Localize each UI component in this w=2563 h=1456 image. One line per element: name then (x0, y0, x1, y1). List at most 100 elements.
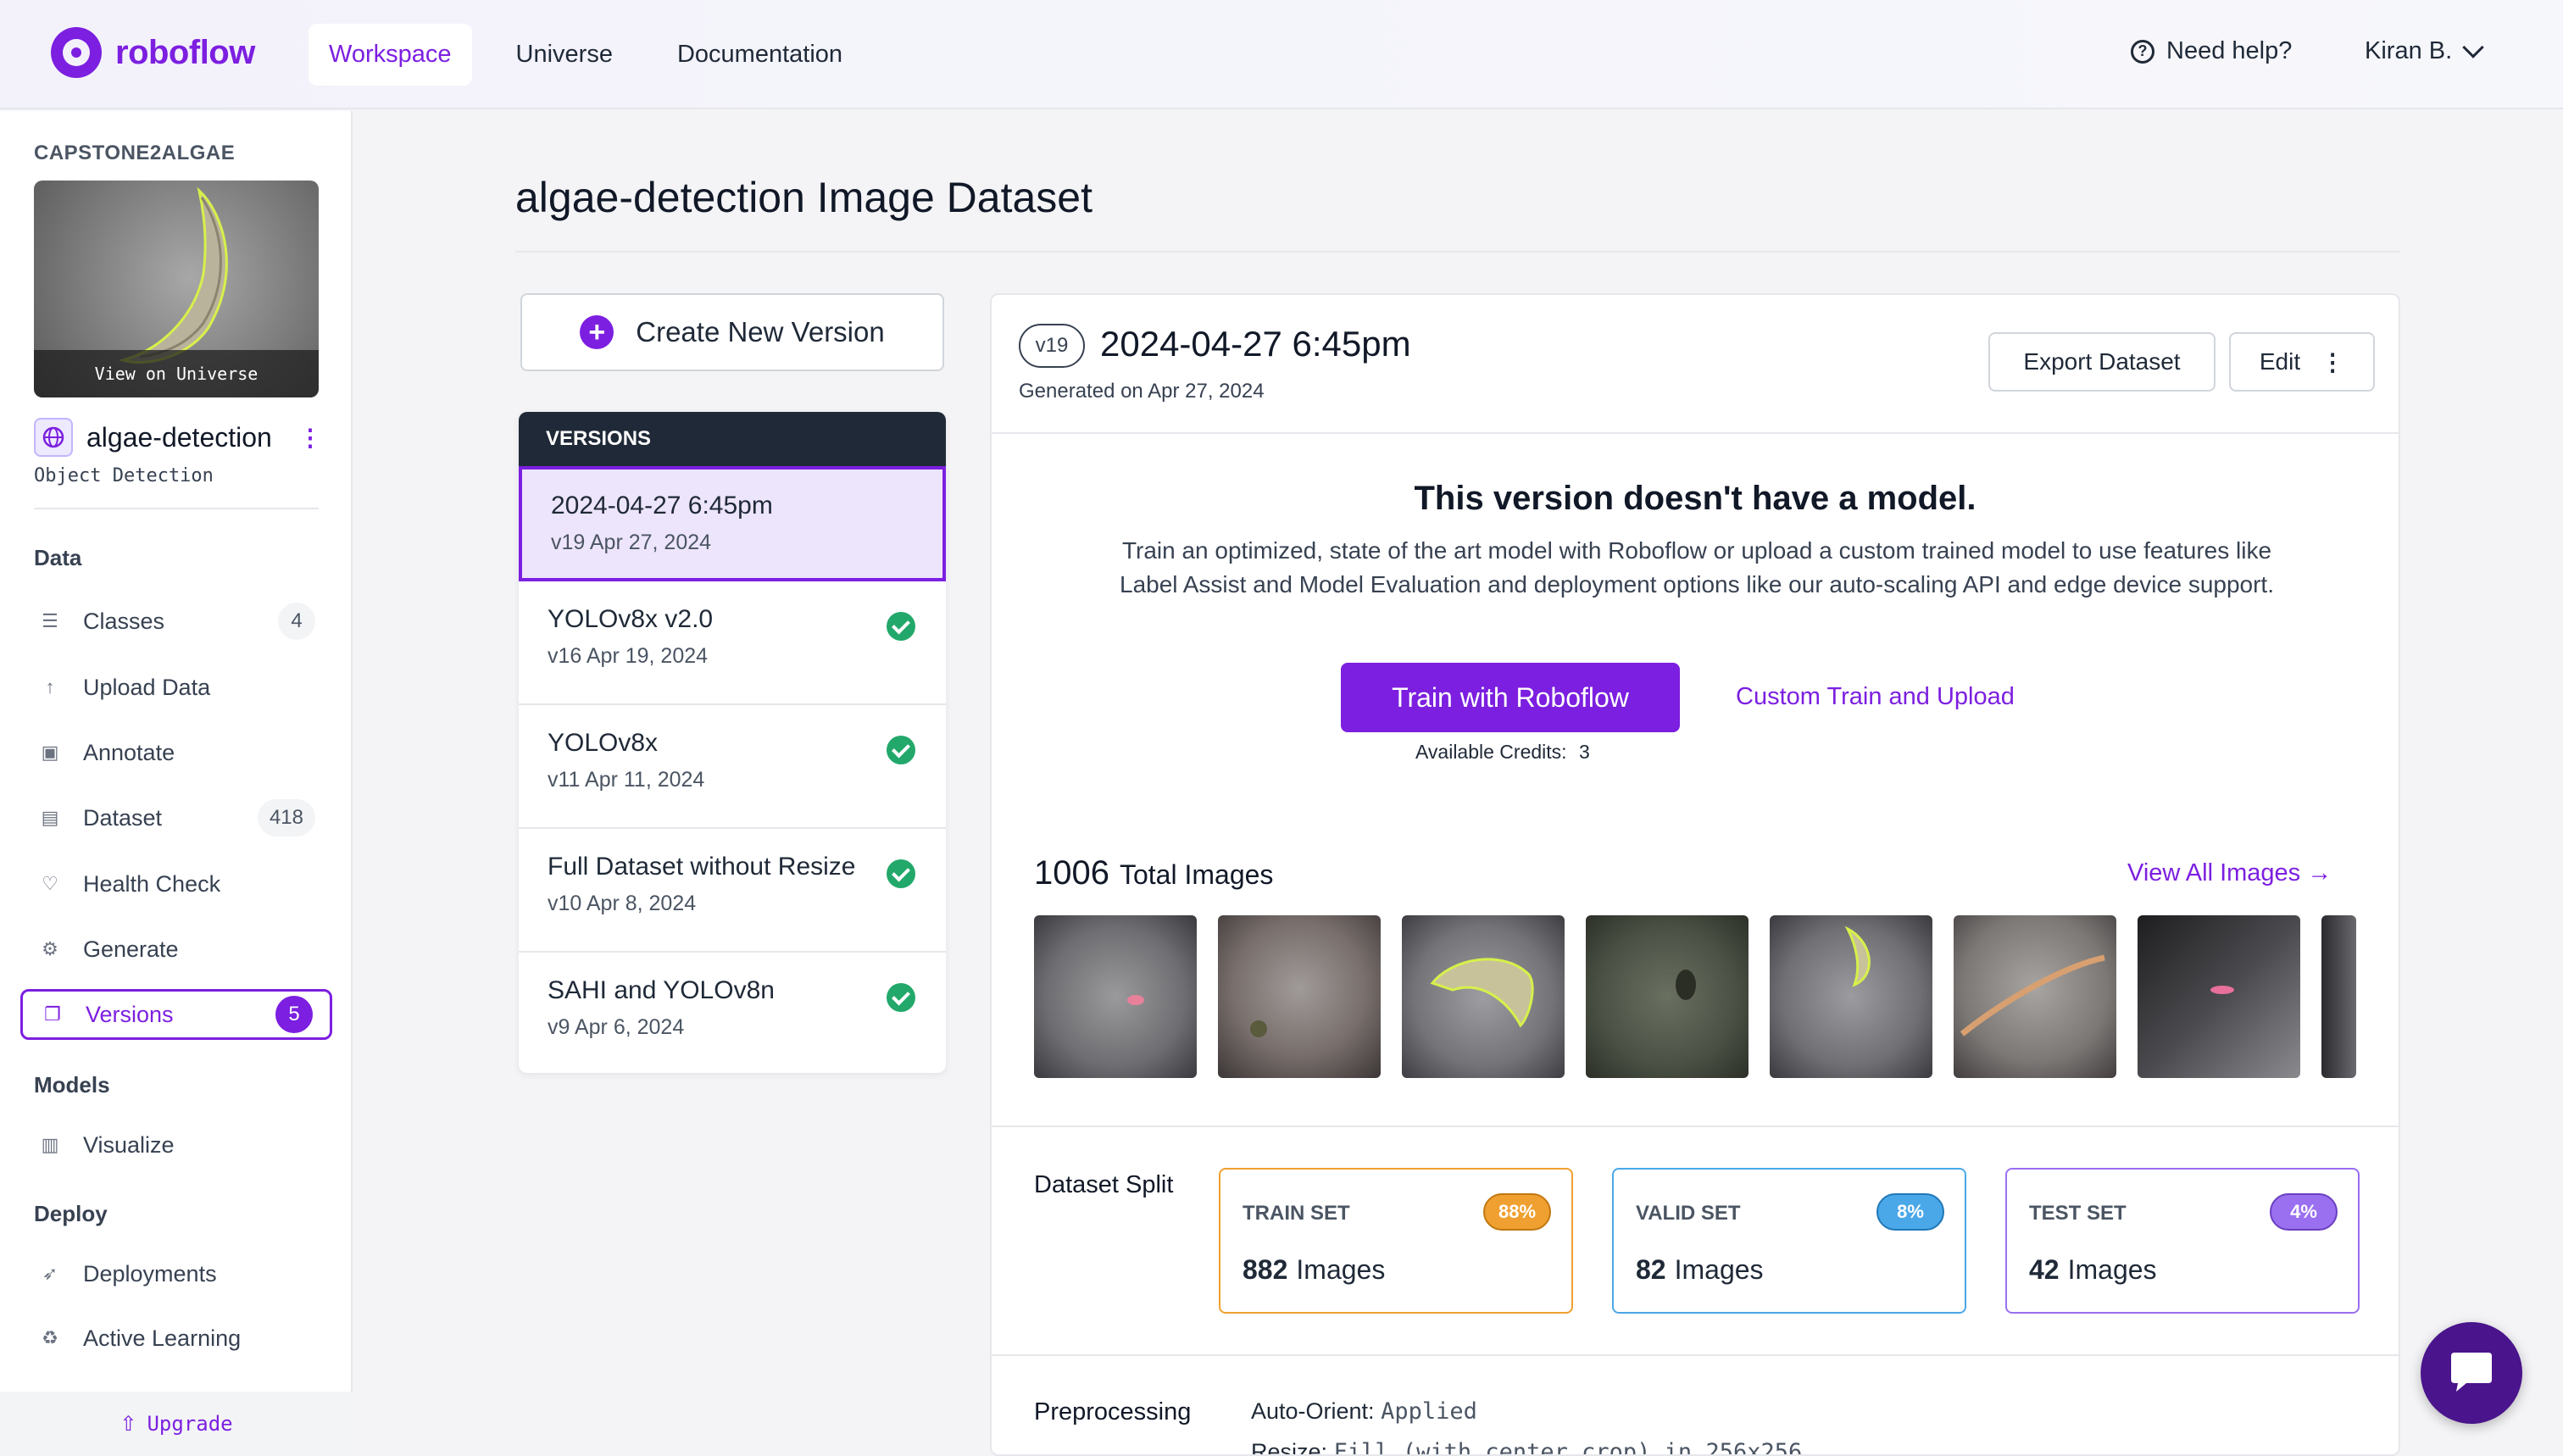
nav-tab-universe[interactable]: Universe (496, 24, 633, 86)
preprocessing-label: Preprocessing (1034, 1398, 1192, 1425)
chat-button[interactable] (2421, 1322, 2522, 1424)
versions-count: 5 (275, 996, 313, 1033)
gallery-image[interactable] (1586, 915, 1749, 1078)
split-count-value: 882 (1243, 1254, 1288, 1285)
version-item-v11[interactable]: YOLOv8x v11 Apr 11, 2024 (519, 705, 946, 829)
gallery-image[interactable] (1402, 915, 1565, 1078)
roboflow-logo[interactable]: roboflow (51, 27, 255, 78)
view-all-images-link[interactable]: View All Images → (2127, 859, 2332, 887)
version-meta: v11 Apr 11, 2024 (548, 768, 705, 792)
sidebar-item-deployments[interactable]: ➶ Deployments (20, 1248, 332, 1299)
upgrade-button[interactable]: ⇧ Upgrade (0, 1392, 353, 1456)
gallery-image[interactable] (1770, 915, 1932, 1078)
preprocessing-item: Auto-Orient: Applied (1251, 1398, 1477, 1425)
arrow-right-icon: → (2307, 859, 2332, 886)
section-data: Data (34, 545, 82, 570)
split-unit: Images (1296, 1254, 1386, 1285)
total-images: 1006 Total Images (1034, 854, 1273, 892)
create-version-label: Create New Version (636, 316, 885, 347)
user-menu[interactable]: Kiran B. (2365, 36, 2484, 65)
section-models: Models (34, 1072, 110, 1098)
gallery-image[interactable] (1218, 915, 1381, 1078)
recycle-icon: ♻ (42, 1327, 58, 1348)
version-meta: v16 Apr 19, 2024 (548, 644, 709, 668)
sidebar-item-annotate[interactable]: ▣ Annotate (20, 727, 332, 778)
version-item-v19[interactable]: 2024-04-27 6:45pm v19 Apr 27, 2024 (519, 466, 946, 581)
sidebar-item-label: Visualize (83, 1131, 175, 1158)
images-icon: ▤ (41, 807, 59, 828)
sidebar-item-classes[interactable]: ☰ Classes 4 (20, 596, 332, 647)
section-divider (992, 1354, 2399, 1356)
page-title: algae-detection Image Dataset (515, 174, 1092, 221)
versions-icon: ❐ (44, 1003, 61, 1025)
split-percent-badge: 8% (1876, 1193, 1944, 1231)
classes-count: 4 (278, 603, 315, 640)
sidebar-item-label: Upload Data (83, 674, 211, 700)
gallery-image[interactable] (2138, 915, 2300, 1078)
sidebar-item-versions[interactable]: ❐ Versions 5 (20, 989, 332, 1040)
image-gallery (1034, 915, 2356, 1078)
valid-set-card: VALID SET 8% 82 Images (1612, 1168, 1966, 1314)
help-link[interactable]: ? Need help? (2131, 37, 2292, 65)
sidebar-item-label: Annotate (83, 739, 175, 765)
version-title: 2024-04-27 6:45pm (1100, 324, 1411, 364)
edit-label: Edit (2259, 348, 2301, 375)
sidebar-item-visualize[interactable]: ▥ Visualize (20, 1120, 332, 1170)
preprocessing-value: Applied (1381, 1398, 1477, 1425)
plus-circle-icon: + (580, 315, 614, 349)
version-item-v9[interactable]: SAHI and YOLOv8n v9 Apr 6, 2024 (519, 953, 946, 1073)
view-on-universe-link[interactable]: View on Universe (34, 350, 319, 397)
export-dataset-button[interactable]: Export Dataset (1988, 332, 2216, 392)
sidebar-item-upload-data[interactable]: ↑ Upload Data (20, 662, 332, 713)
split-name: VALID SET (1636, 1202, 1741, 1225)
nav-tab-workspace[interactable]: Workspace (309, 24, 472, 86)
project-menu-icon[interactable]: ⋮ (298, 424, 322, 452)
main-nav: Workspace Universe Documentation (309, 24, 863, 86)
nav-tab-documentation[interactable]: Documentation (657, 24, 863, 86)
split-percent-badge: 88% (1483, 1193, 1551, 1231)
sidebar-item-health-check[interactable]: ♡ Health Check (20, 859, 332, 909)
gallery-image[interactable] (1034, 915, 1197, 1078)
gallery-image[interactable] (2321, 915, 2356, 1078)
check-circle-icon (887, 859, 915, 888)
credits-value: 3 (1578, 741, 1590, 763)
available-credits: Available Credits: 3 (1415, 741, 1590, 764)
sidebar-item-active-learning[interactable]: ♻ Active Learning (20, 1313, 332, 1364)
help-label: Need help? (2166, 37, 2293, 64)
test-set-card: TEST SET 4% 42 Images (2005, 1168, 2360, 1314)
sidebar: CAPSTONE2ALGAE View on Universe algae-de… (0, 111, 353, 1456)
project-thumbnail[interactable]: View on Universe (34, 181, 319, 397)
version-detail-panel: v19 2024-04-27 6:45pm Generated on Apr 2… (990, 293, 2400, 1456)
preprocessing-key: Resize: (1251, 1439, 1328, 1456)
version-meta: v19 Apr 27, 2024 (551, 531, 712, 554)
roboflow-logo-icon (51, 27, 102, 78)
edit-button[interactable]: Edit ⋮ (2229, 332, 2375, 392)
split-count: 42 Images (2029, 1254, 2157, 1286)
gallery-image[interactable] (1954, 915, 2116, 1078)
version-item-v10[interactable]: Full Dataset without Resize v10 Apr 8, 2… (519, 829, 946, 953)
credits-label: Available Credits: (1415, 741, 1567, 763)
section-divider (992, 1125, 2399, 1127)
heart-pulse-icon: ♡ (42, 873, 58, 894)
split-unit: Images (2067, 1254, 2157, 1285)
upgrade-label: Upgrade (147, 1412, 233, 1436)
chevron-down-icon (2462, 36, 2484, 58)
check-circle-icon (887, 612, 915, 641)
annotate-icon: ▣ (41, 742, 59, 763)
user-name: Kiran B. (2365, 37, 2453, 64)
create-new-version-button[interactable]: + Create New Version (520, 293, 944, 371)
version-item-v16[interactable]: YOLOv8x v2.0 v16 Apr 19, 2024 (519, 581, 946, 705)
split-count-value: 82 (1636, 1254, 1666, 1285)
custom-train-upload-link[interactable]: Custom Train and Upload (1736, 683, 2015, 711)
chat-bubble-icon (2451, 1353, 2492, 1392)
sidebar-item-label: Versions (86, 1001, 174, 1027)
sidebar-item-generate[interactable]: ⚙ Generate (20, 924, 332, 975)
total-images-label: Total Images (1119, 859, 1274, 890)
sidebar-item-dataset[interactable]: ▤ Dataset 418 (20, 792, 332, 843)
train-with-roboflow-button[interactable]: Train with Roboflow (1341, 663, 1680, 732)
no-model-title: This version doesn't have a model. (1414, 480, 1976, 517)
project-name: algae-detection (86, 421, 272, 453)
export-label: Export Dataset (2023, 348, 2181, 375)
check-circle-icon (887, 736, 915, 764)
section-deploy: Deploy (34, 1201, 108, 1226)
